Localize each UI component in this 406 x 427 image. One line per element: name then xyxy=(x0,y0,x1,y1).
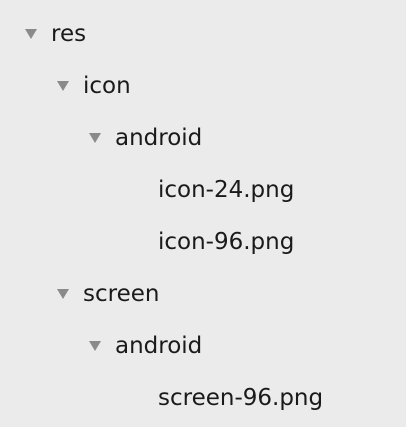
tree-file-label: icon-96.png xyxy=(158,228,295,255)
tree-folder-android[interactable]: android xyxy=(0,324,202,368)
tree-folder-label: res xyxy=(51,20,87,47)
tree-folder-icon[interactable]: icon xyxy=(0,64,131,108)
disclosure-triangle-down-icon[interactable] xyxy=(24,26,38,42)
file-tree: res icon android icon-24.png icon-96.png… xyxy=(0,0,406,427)
tree-folder-android[interactable]: android xyxy=(0,116,202,160)
disclosure-triangle-down-icon[interactable] xyxy=(56,78,70,94)
tree-file-item[interactable]: screen-96.png xyxy=(0,376,323,420)
tree-folder-res[interactable]: res xyxy=(0,12,86,56)
disclosure-triangle-down-icon[interactable] xyxy=(88,338,102,354)
tree-file-label: icon-24.png xyxy=(158,176,295,203)
tree-folder-label: screen xyxy=(83,280,160,307)
tree-folder-label: android xyxy=(115,332,203,359)
tree-file-label: screen-96.png xyxy=(158,384,324,411)
tree-file-item[interactable]: icon-24.png xyxy=(0,168,294,212)
tree-file-item[interactable]: icon-96.png xyxy=(0,220,294,264)
disclosure-triangle-down-icon[interactable] xyxy=(56,286,70,302)
tree-folder-label: icon xyxy=(83,72,131,99)
tree-folder-label: android xyxy=(115,124,203,151)
tree-folder-screen[interactable]: screen xyxy=(0,272,159,316)
disclosure-triangle-down-icon[interactable] xyxy=(88,130,102,146)
